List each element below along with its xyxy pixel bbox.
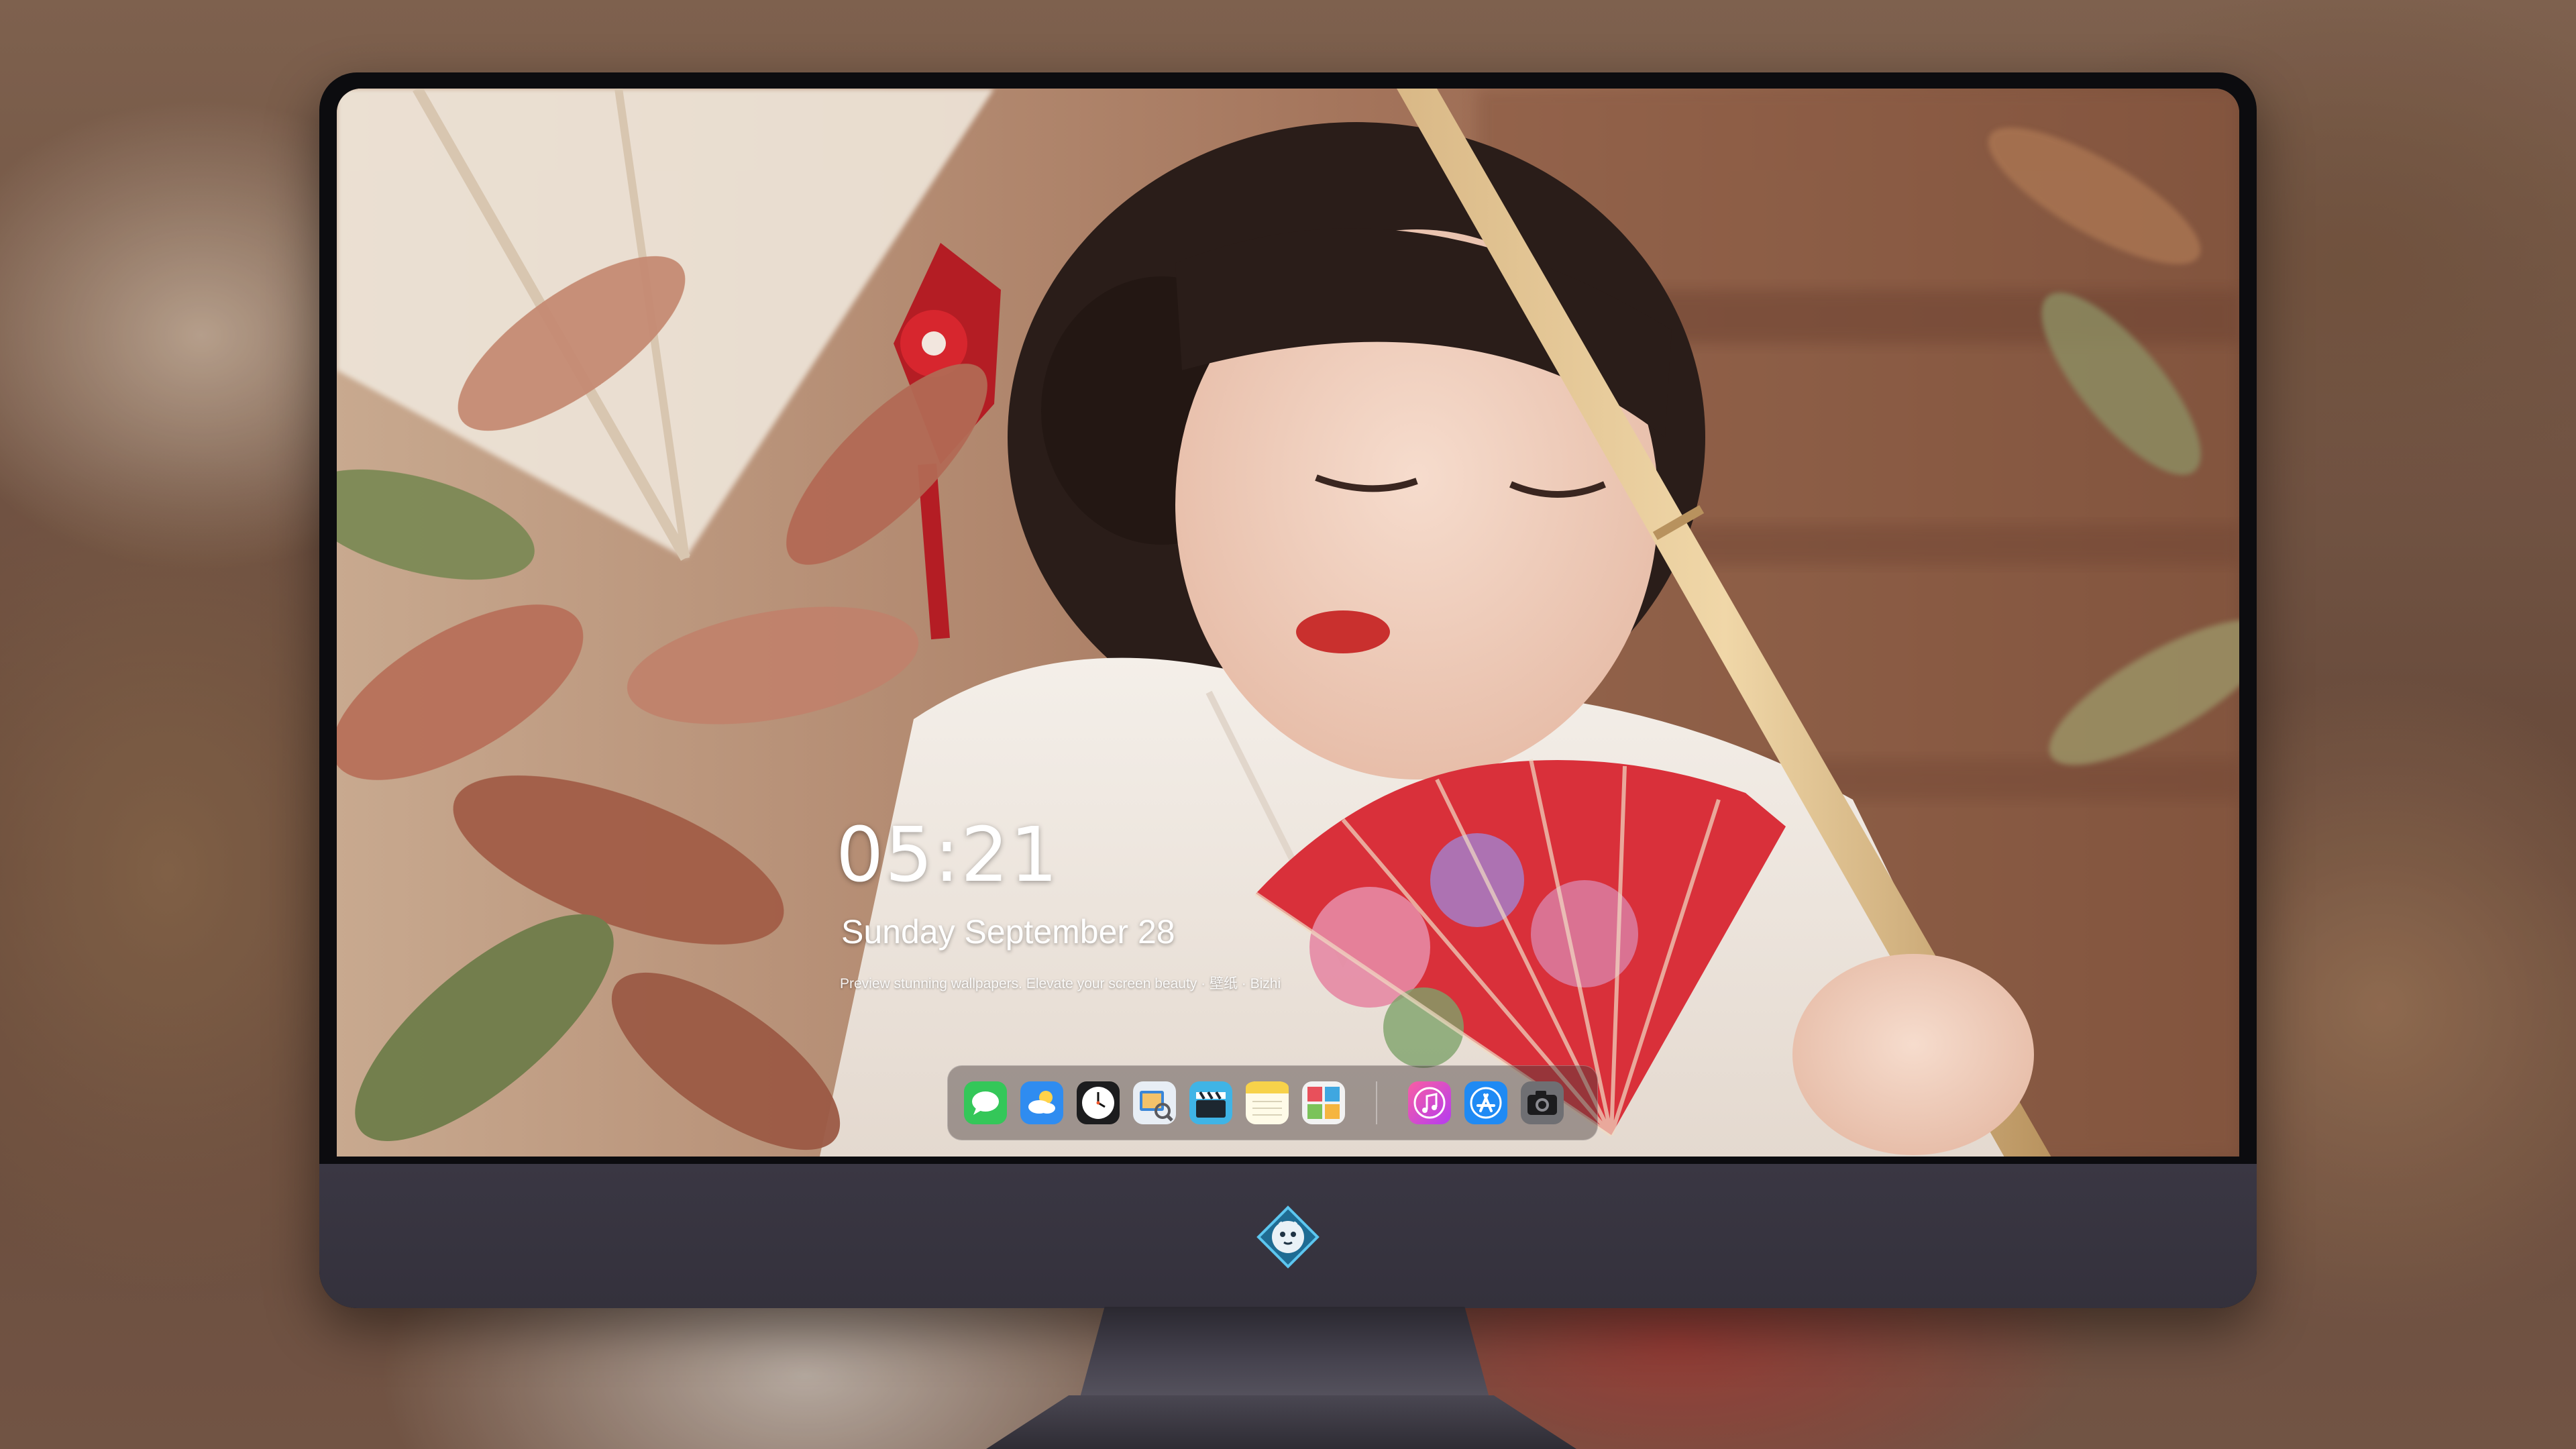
weather-icon[interactable] — [1020, 1081, 1063, 1124]
lock-screen-tagline: Preview stunning wallpapers. Elevate you… — [840, 976, 1281, 991]
clock-icon[interactable] — [1077, 1081, 1120, 1124]
camera-icon[interactable] — [1521, 1081, 1564, 1124]
clapperboard-icon[interactable] — [1189, 1081, 1232, 1124]
notes-icon[interactable] — [1246, 1081, 1289, 1124]
wallpaper-photo — [337, 89, 2239, 1157]
monitor-stand-neck — [1080, 1307, 1489, 1397]
preview-icon[interactable] — [1133, 1081, 1176, 1124]
photo-booth-icon[interactable] — [1302, 1081, 1345, 1124]
mascot-logo-icon — [1256, 1205, 1320, 1269]
monitor-stand-base — [986, 1395, 1576, 1449]
music-icon[interactable] — [1408, 1081, 1451, 1124]
lock-screen-time: 05:21 — [836, 812, 1059, 899]
lock-screen-date: Sunday September 28 — [841, 913, 1175, 951]
app-store-icon[interactable] — [1464, 1081, 1507, 1124]
screen: 05:21 Sunday September 28 Preview stunni… — [337, 89, 2239, 1157]
dock — [947, 1065, 1598, 1140]
messages-icon[interactable] — [964, 1081, 1007, 1124]
dock-divider — [1376, 1081, 1377, 1124]
